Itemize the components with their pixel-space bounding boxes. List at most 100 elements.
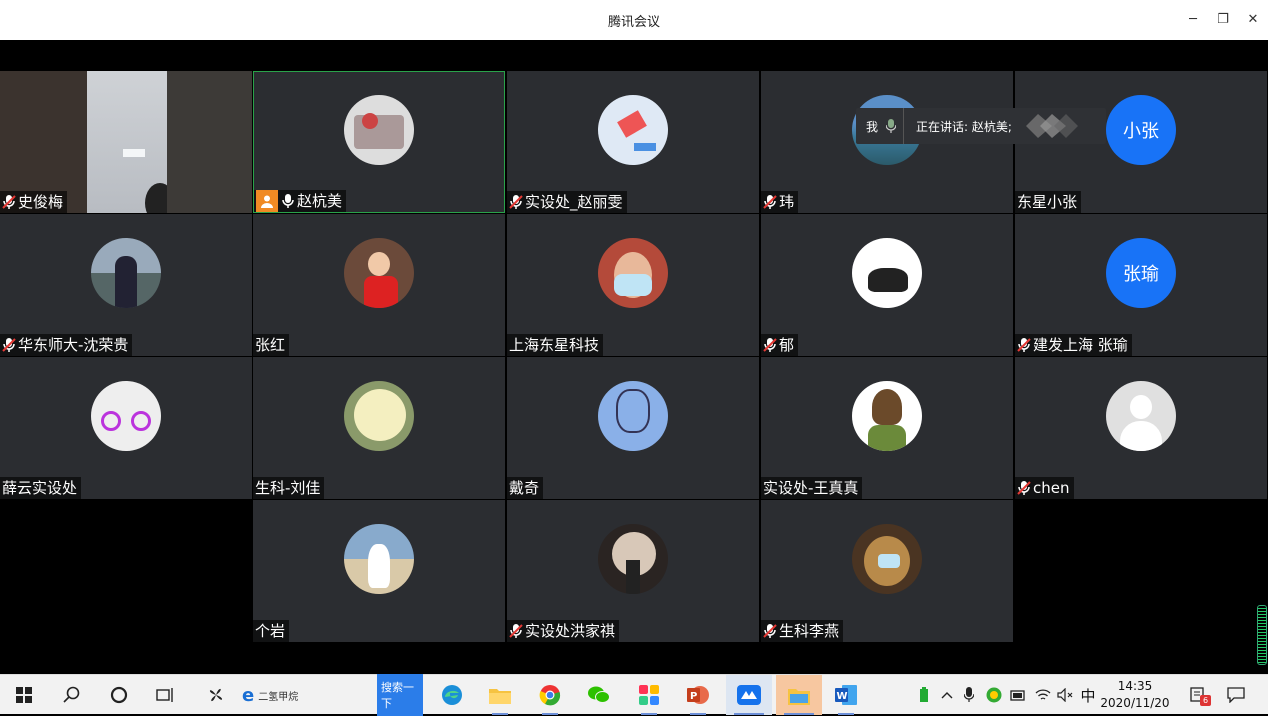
browser-tab-label: 二氢甲烷 [258, 691, 299, 703]
video-tile[interactable]: 个岩 [253, 500, 505, 642]
video-tile[interactable]: 戴奇 [507, 357, 759, 499]
video-tile[interactable]: 史俊梅 [0, 71, 252, 213]
participant-nameplate: 史俊梅 [0, 191, 68, 213]
participant-nameplate: 张红 [253, 334, 290, 356]
camera-video [87, 71, 175, 213]
mic-icon [886, 119, 896, 133]
participant-name: 生科李燕 [779, 622, 840, 640]
video-tile[interactable]: 生科李燕 [761, 500, 1013, 642]
video-tile[interactable]: 薛云实设处 [0, 357, 252, 499]
tencent-meeting-icon[interactable] [726, 675, 772, 715]
mic-muted-icon [763, 624, 777, 638]
chevron-up-icon[interactable] [938, 675, 956, 715]
title-bar: 腾讯会议 ─ ❐ ✕ [0, 0, 1268, 40]
avatar [344, 238, 414, 308]
action-center-icon[interactable] [1222, 675, 1250, 715]
mic-muted-icon [509, 195, 523, 209]
app-colorful-icon[interactable] [633, 675, 665, 715]
mic-muted-icon [509, 624, 523, 638]
default-avatar-icon [1106, 381, 1176, 451]
participant-nameplate: 郁 [761, 334, 799, 356]
clock[interactable]: 14:35 2020/11/20 [1100, 678, 1170, 712]
participant-nameplate: 赵杭美 [254, 190, 347, 212]
avatar: 小张 [1106, 95, 1176, 165]
power-icon[interactable] [1008, 675, 1028, 715]
participant-name: 史俊梅 [18, 193, 64, 211]
svg-text:W: W [837, 691, 848, 702]
mic-muted-icon [2, 338, 16, 352]
video-tile[interactable]: 张红 [253, 214, 505, 356]
participant-name: 赵杭美 [297, 192, 343, 210]
participant-name: chen [1033, 479, 1070, 497]
video-tile[interactable]: 华东师大-沈荣贵 [0, 214, 252, 356]
participant-name: 薛云实设处 [2, 479, 78, 497]
search-button[interactable]: 搜索一下 [377, 674, 423, 716]
participant-nameplate: 玮 [761, 191, 799, 213]
avatar [91, 381, 161, 451]
app-pinwheel-icon[interactable] [200, 675, 232, 715]
notification-icon[interactable]: 6 [1184, 675, 1212, 715]
avatar: 张瑜 [1106, 238, 1176, 308]
participant-name: 戴奇 [509, 479, 540, 497]
avatar [852, 238, 922, 308]
participant-name: 华东师大-沈荣贵 [18, 336, 129, 354]
participant-nameplate: 华东师大-沈荣贵 [0, 334, 133, 356]
powerpoint-icon[interactable]: P [682, 675, 714, 715]
ime-indicator[interactable]: 中 [1078, 675, 1098, 715]
participant-name: 建发上海 张瑜 [1033, 336, 1128, 354]
avatar [91, 238, 161, 308]
video-tile[interactable]: 实设处洪家祺 [507, 500, 759, 642]
video-tile[interactable]: 张瑜 建发上海 张瑜 [1015, 214, 1267, 356]
mic-muted-icon [763, 338, 777, 352]
video-tile[interactable]: 生科-刘佳 [253, 357, 505, 499]
cortana-icon[interactable] [103, 675, 135, 715]
participant-name: 实设处-王真真 [763, 479, 859, 497]
participant-name: 东星小张 [1017, 193, 1078, 211]
video-tile[interactable]: 实设处_赵丽雯 [507, 71, 759, 213]
participant-nameplate: 实设处洪家祺 [507, 620, 620, 642]
participant-nameplate: 戴奇 [507, 477, 544, 499]
blurred-name [1026, 114, 1078, 138]
task-view-icon[interactable] [150, 675, 182, 715]
wifi-icon[interactable] [1033, 675, 1053, 715]
windows-start-icon[interactable] [8, 675, 40, 715]
participant-name: 生科-刘佳 [255, 479, 321, 497]
video-tile[interactable]: 上海东星科技 [507, 214, 759, 356]
avatar [344, 524, 414, 594]
participant-name: 上海东星科技 [509, 336, 600, 354]
volume-muted-icon[interactable] [1055, 675, 1075, 715]
video-tile-active-speaker[interactable]: 赵杭美 [253, 71, 505, 213]
wechat-icon[interactable] [583, 675, 615, 715]
restore-button[interactable]: ❐ [1214, 11, 1232, 29]
clock-date: 2020/11/20 [1100, 696, 1170, 710]
microphone-icon[interactable] [961, 675, 977, 715]
video-tile[interactable]: chen [1015, 357, 1267, 499]
participant-name: 郁 [779, 336, 795, 354]
participant-nameplate: 生科李燕 [761, 620, 844, 642]
video-tile[interactable]: 实设处-王真真 [761, 357, 1013, 499]
chrome-icon[interactable] [534, 675, 566, 715]
app-folder-icon[interactable] [776, 675, 822, 715]
edge-icon[interactable] [436, 675, 468, 715]
file-explorer-icon[interactable] [484, 675, 516, 715]
search-button-label: 搜索一下 [377, 674, 423, 716]
participant-name: 实设处_赵丽雯 [525, 193, 623, 211]
host-icon [256, 190, 278, 212]
video-tile[interactable]: 郁 [761, 214, 1013, 356]
mic-muted-icon [2, 195, 16, 209]
app-tray-icon[interactable] [984, 675, 1004, 715]
camera-right [167, 71, 252, 213]
word-icon[interactable]: W [830, 675, 862, 715]
search-icon[interactable] [56, 675, 88, 715]
notification-badge: 6 [1200, 695, 1211, 706]
speaking-indicator: 我 正在讲话: 赵杭美; [856, 108, 1106, 144]
battery-app-icon[interactable] [916, 675, 932, 715]
ie-browser-tab[interactable]: e 二氢甲烷 [242, 675, 322, 715]
divider [903, 108, 904, 144]
participant-nameplate: 生科-刘佳 [253, 477, 325, 499]
mic-icon [282, 194, 294, 208]
close-button[interactable]: ✕ [1244, 11, 1262, 29]
minimize-button[interactable]: ─ [1184, 11, 1202, 29]
mic-muted-icon [763, 195, 777, 209]
self-label: 我 [866, 120, 879, 134]
